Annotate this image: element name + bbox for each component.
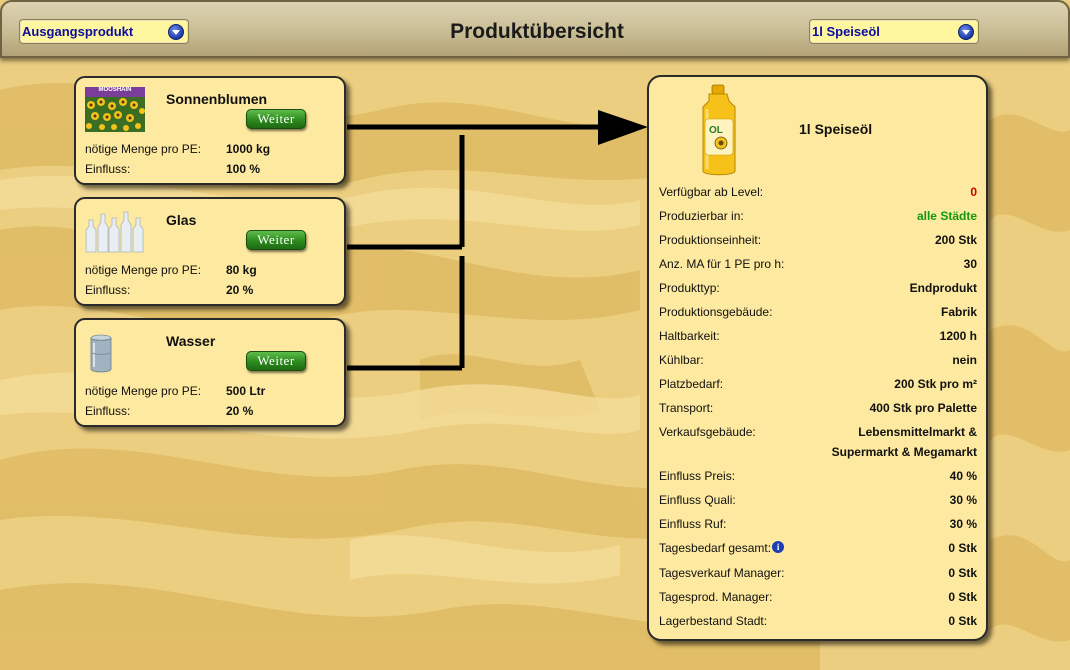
influence-value: 20 %: [226, 404, 254, 418]
weiter-button[interactable]: Weiter: [246, 230, 306, 250]
property-value: 0 Stk: [948, 590, 977, 604]
property-value: 30 %: [949, 493, 977, 507]
property-label-text: Einfluss Preis:: [659, 469, 736, 483]
weiter-button[interactable]: Weiter: [246, 109, 306, 129]
ingredient-name: Glas: [166, 212, 197, 228]
property-label-text: Einfluss Ruf:: [659, 517, 727, 531]
property-value: Fabrik: [940, 305, 977, 319]
brand-logo-text: MOOSHAIN: [98, 87, 132, 93]
water-barrel-image: [90, 334, 112, 373]
amount-value: 80 kg: [226, 263, 257, 277]
property-label: Tagesverkauf Manager:: [659, 566, 784, 580]
influence-value: 20 %: [226, 283, 254, 297]
property-label-text: Verfügbar ab Level:: [659, 185, 764, 199]
property-value-line2: Supermarkt & Megamarkt: [831, 445, 977, 459]
property-value: 40 %: [949, 469, 977, 483]
property-label: Lagerbestand Stadt:: [659, 614, 767, 628]
property-label-text: Produzierbar in:: [659, 209, 744, 223]
influence-label: Einfluss:: [85, 162, 131, 176]
property-label: Einfluss Ruf:: [659, 517, 726, 531]
property-label-text: Kühlbar:: [659, 353, 704, 367]
property-label-text: Produkttyp:: [659, 281, 720, 295]
property-label-text: Tagesprod. Manager:: [659, 590, 773, 604]
property-label: Verkaufsgebäude:: [659, 425, 756, 439]
property-label: Transport:: [659, 401, 713, 415]
sunflower-field-image: [85, 87, 145, 132]
arrow-head-icon: [598, 110, 648, 145]
property-label-text: Verkaufsgebäude:: [659, 425, 756, 439]
influence-label: Einfluss:: [85, 283, 131, 297]
svg-text:OL: OL: [709, 125, 723, 136]
weiter-button[interactable]: Weiter: [246, 351, 306, 371]
glass-bottles-image: [85, 211, 144, 253]
property-label: Produzierbar in:: [659, 209, 744, 223]
property-label: Haltbarkeit:: [659, 329, 720, 343]
property-label: Produktionsgebäude:: [659, 305, 772, 319]
property-value: alle Städte: [916, 209, 977, 223]
property-label-text: Transport:: [659, 401, 714, 415]
ingredient-name: Wasser: [166, 333, 216, 349]
property-label: Kühlbar:: [659, 353, 704, 367]
property-label: Anz. MA für 1 PE pro h:: [659, 257, 784, 271]
ingredient-card-wasser: Wasser Weiter nötige Menge pro PE: 500 L…: [74, 318, 346, 427]
property-value: Endprodukt: [909, 281, 977, 295]
property-label: Platzbedarf:: [659, 377, 723, 391]
property-label-text: Tagesbedarf gesamt:: [659, 541, 772, 555]
property-label-text: Produktionseinheit:: [659, 233, 762, 247]
ingredient-card-sonnenblumen: MOOSHAIN Sonnenblumen Weiter nötige Meng…: [74, 76, 346, 185]
ingredient-card-glas: Glas Weiter nötige Menge pro PE: 80 kg E…: [74, 197, 346, 306]
property-value: 200 Stk: [934, 233, 977, 247]
amount-value: 500 Ltr: [226, 384, 266, 398]
influence-label: Einfluss:: [85, 404, 131, 418]
property-label-text: Platzbedarf:: [659, 377, 724, 391]
ingredient-name: Sonnenblumen: [166, 91, 268, 107]
property-label: Einfluss Quali:: [659, 493, 736, 507]
product-detail-card: OL 1l Speiseöl Verfügbar ab Level: 0 Produ…: [647, 75, 988, 641]
property-label: Produkttyp:: [659, 281, 720, 295]
property-label-text: Anz. MA für 1 PE pro h:: [659, 257, 785, 271]
property-label-text: Lagerbestand Stadt:: [659, 614, 768, 628]
property-label: Produktionseinheit:: [659, 233, 761, 247]
property-value: Lebensmittelmarkt &: [858, 425, 977, 439]
property-label: Tagesbedarf gesamt: i: [659, 541, 785, 555]
property-value: 0 Stk: [948, 614, 977, 628]
amount-value: 1000 kg: [226, 142, 271, 156]
property-value: nein: [952, 353, 977, 367]
property-value: 400 Stk pro Palette: [869, 401, 977, 415]
property-label: Einfluss Preis:: [659, 469, 735, 483]
property-value: 30: [963, 257, 977, 271]
amount-label: nötige Menge pro PE:: [85, 142, 202, 156]
property-value: 0 Stk: [948, 541, 977, 555]
property-value: 0 Stk: [948, 566, 977, 580]
property-value: 1200 h: [939, 329, 977, 343]
property-label-text: Produktionsgebäude:: [659, 305, 773, 319]
oil-bottle-image: OL: [702, 84, 736, 176]
property-value: 0: [970, 185, 977, 199]
amount-label: nötige Menge pro PE:: [85, 384, 202, 398]
property-label-text: Haltbarkeit:: [659, 329, 720, 343]
property-label-text: Einfluss Quali:: [659, 493, 736, 507]
property-label: Tagesprod. Manager:: [659, 590, 772, 604]
property-label: Verfügbar ab Level:: [659, 185, 763, 199]
property-label-text: Tagesverkauf Manager:: [659, 566, 785, 580]
influence-value: 100 %: [226, 162, 261, 176]
property-value: 200 Stk pro m²: [894, 377, 977, 391]
property-value: 30 %: [949, 517, 977, 531]
product-name: 1l Speiseöl: [799, 121, 873, 137]
amount-label: nötige Menge pro PE:: [85, 263, 202, 277]
info-icon[interactable]: i: [772, 541, 785, 553]
